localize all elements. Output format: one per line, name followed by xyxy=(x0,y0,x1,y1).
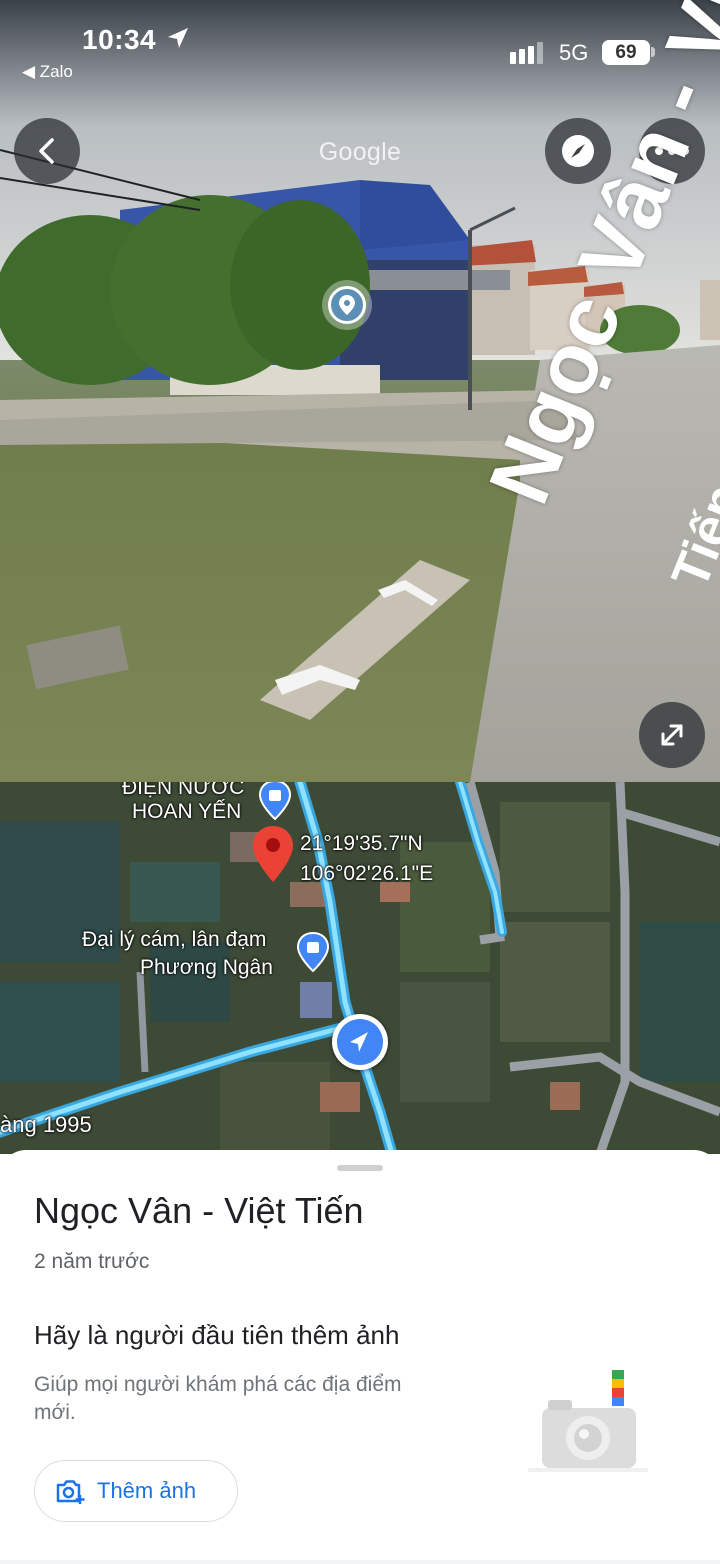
poi-label-line1: ĐIỆN NƯỚC xyxy=(122,782,245,799)
street-view-panel[interactable]: 10:34 ◀ Zalo 5G 69 Google Ngọc Vân - Tiế… xyxy=(0,0,720,782)
status-time: 10:34 xyxy=(82,24,157,55)
signal-bars-icon xyxy=(510,42,543,64)
capture-time: 2 năm trước xyxy=(34,1250,150,1273)
photo-location-marker[interactable] xyxy=(322,280,372,330)
location-pin-icon xyxy=(328,286,366,324)
road-name-label: àng 1995 xyxy=(0,1112,92,1137)
dropped-pin-icon[interactable] xyxy=(250,824,296,884)
shop-pin-icon[interactable] xyxy=(296,932,330,972)
bottom-edge xyxy=(0,1560,720,1564)
poi-label-2-line2: Phương Ngân xyxy=(140,956,273,979)
expand-button[interactable] xyxy=(639,702,705,768)
pin-longitude: 106°02'26.1"E xyxy=(300,862,434,885)
back-to-app-link[interactable]: ◀ Zalo xyxy=(22,62,73,82)
poi-label-line2: HOAN YẾN xyxy=(132,800,242,823)
location-arrow-icon xyxy=(168,28,188,48)
add-photo-description: Giúp mọi người khám phá các địa điểm mới… xyxy=(34,1373,402,1424)
sheet-drag-handle[interactable] xyxy=(337,1165,383,1171)
current-location-marker[interactable] xyxy=(332,1014,388,1070)
add-photo-icon xyxy=(56,1480,85,1504)
expand-icon xyxy=(661,724,683,746)
place-bottom-sheet[interactable]: Ngọc Vân - Việt Tiến 2 năm trước Hãy là … xyxy=(0,1150,720,1564)
add-photo-button[interactable]: Thêm ảnh xyxy=(34,1460,238,1522)
network-type: 5G xyxy=(559,40,589,65)
navigation-arrow-icon xyxy=(350,1032,368,1052)
camera-illustration-icon xyxy=(528,1370,648,1472)
pin-latitude: 21°19'35.7"N xyxy=(300,832,423,855)
add-photo-label: Thêm ảnh xyxy=(97,1478,197,1503)
add-photo-heading: Hãy là người đầu tiên thêm ảnh xyxy=(34,1320,400,1350)
shop-pin-icon[interactable] xyxy=(258,782,292,820)
place-title: Ngọc Vân - Việt Tiến xyxy=(34,1190,364,1231)
poi-label-2-line1: Đại lý cám, lân đạm xyxy=(82,928,267,951)
map-panel[interactable]: ĐIỆN NƯỚC HOAN YẾN 21°19'35.7"N 106°02'2… xyxy=(0,782,720,1154)
compass-icon xyxy=(562,135,594,167)
